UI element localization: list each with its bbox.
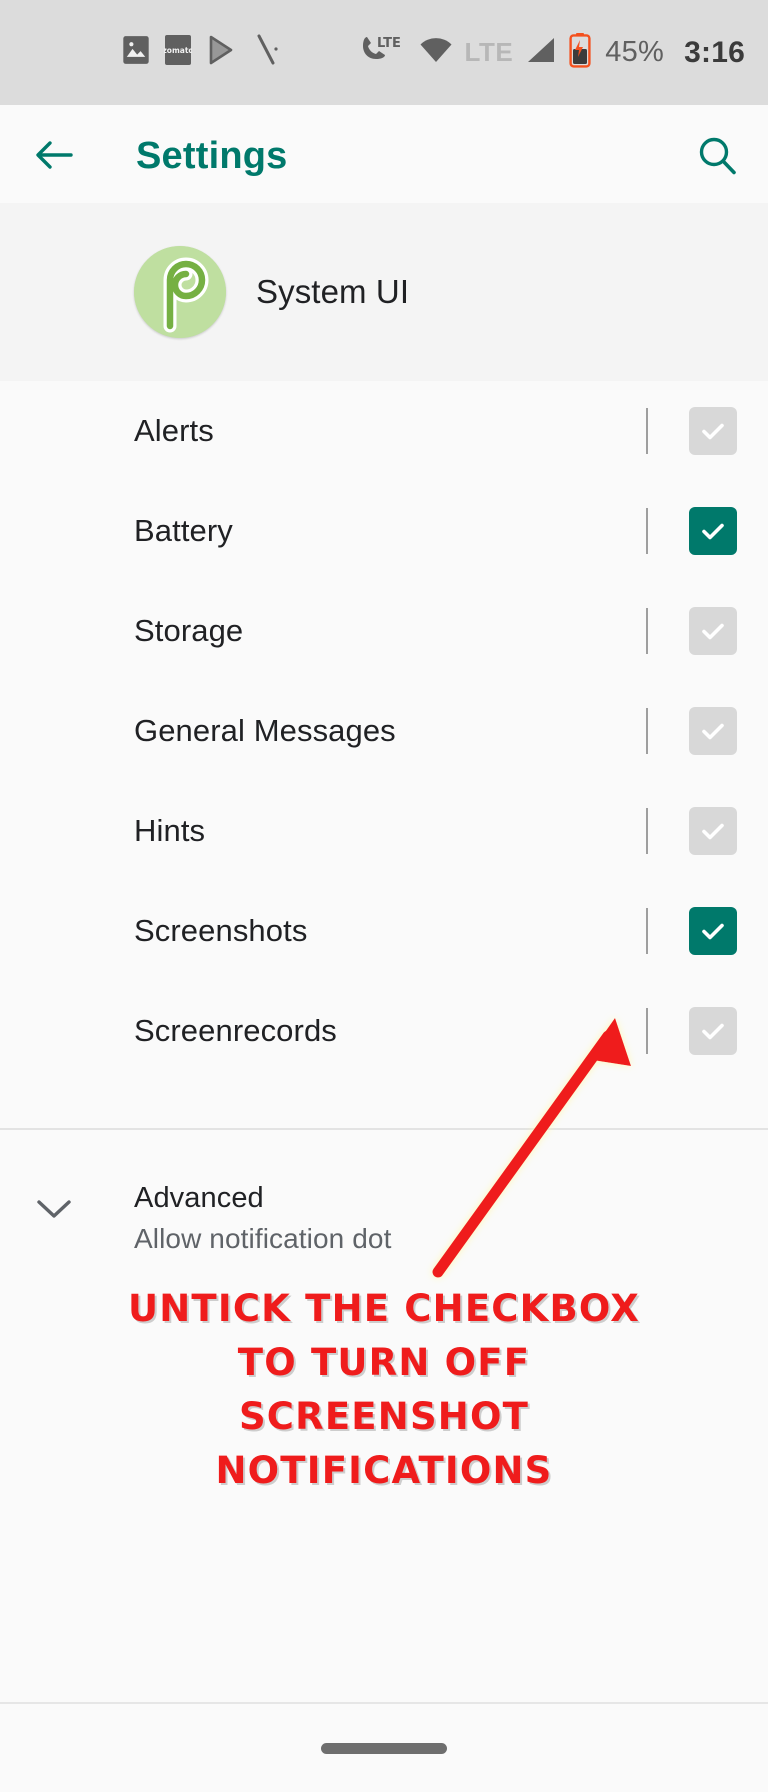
- channel-checkbox-screenrecords[interactable]: [689, 1007, 737, 1055]
- advanced-subtitle: Allow notification dot: [134, 1223, 392, 1254]
- channel-row-hints[interactable]: Hints: [0, 781, 768, 881]
- svg-text:LTE: LTE: [377, 36, 401, 51]
- channel-checkbox-general-messages[interactable]: [689, 707, 737, 755]
- channel-row-battery[interactable]: Battery: [0, 481, 768, 581]
- phone-lte-icon: LTE: [359, 33, 407, 72]
- advanced-title: Advanced: [134, 1182, 264, 1214]
- lte-label: LTE: [464, 37, 514, 67]
- annotation-text: UNTICK THE CHECKBOX TO TURN OFF SCREENSH…: [0, 1282, 768, 1498]
- home-gesture-pill[interactable]: [321, 1742, 447, 1754]
- app-name-label: System UI: [256, 273, 410, 310]
- annotation-line-3: SCREENSHOT: [238, 1395, 530, 1438]
- zomato-icon: zomato: [162, 34, 194, 71]
- navigation-bar: [0, 1702, 768, 1792]
- channel-label: Hints: [134, 813, 206, 848]
- wifi-icon: [418, 35, 454, 70]
- clock-label: 3:16: [684, 35, 745, 69]
- status-bar-system-icons: LTE LTE 45% 3:16: [359, 32, 746, 73]
- row-divider: [646, 408, 648, 454]
- photos-icon: [122, 35, 150, 70]
- channel-label: Storage: [134, 613, 244, 648]
- signal-bars-icon: [524, 35, 557, 70]
- channel-checkbox-hints[interactable]: [689, 807, 737, 855]
- row-divider: [646, 608, 648, 654]
- svg-text:zomato: zomato: [164, 46, 192, 55]
- channel-label: General Messages: [134, 713, 396, 748]
- channel-row-storage[interactable]: Storage: [0, 581, 768, 681]
- channel-label: Screenshots: [134, 913, 308, 948]
- annotation-line-4: NOTIFICATIONS: [215, 1449, 553, 1492]
- battery-charging-icon: [568, 32, 592, 73]
- row-divider: [646, 508, 648, 554]
- back-arrow-icon[interactable]: [31, 133, 79, 177]
- row-divider: [646, 1008, 648, 1054]
- chevron-down-icon[interactable]: [33, 1188, 75, 1230]
- app-bar: Settings: [0, 105, 768, 203]
- channel-row-screenshots[interactable]: Screenshots: [0, 881, 768, 981]
- channel-row-general-messages[interactable]: General Messages: [0, 681, 768, 781]
- status-bar-notification-icons: zomato: [122, 33, 282, 72]
- notification-channel-list: Alerts Battery Storage General Messages …: [0, 381, 768, 1081]
- channel-checkbox-screenshots[interactable]: [689, 907, 737, 955]
- search-icon[interactable]: [692, 131, 742, 181]
- channel-label: Screenrecords: [134, 1013, 337, 1048]
- battery-percent-label: 45%: [605, 36, 665, 68]
- channel-label: Alerts: [134, 413, 214, 448]
- status-bar: zomato LTE LTE 45% 3:16: [0, 0, 768, 105]
- advanced-section[interactable]: Advanced Allow notification dot: [0, 1130, 768, 1280]
- channel-checkbox-battery[interactable]: [689, 507, 737, 555]
- row-divider: [646, 908, 648, 954]
- channel-row-screenrecords[interactable]: Screenrecords: [0, 981, 768, 1081]
- play-store-icon: [206, 34, 238, 71]
- pen-icon: [252, 33, 282, 72]
- channel-label: Battery: [134, 513, 233, 548]
- annotation-line-1: UNTICK THE CHECKBOX: [128, 1287, 640, 1330]
- channel-checkbox-alerts[interactable]: [689, 407, 737, 455]
- channel-row-alerts[interactable]: Alerts: [0, 381, 768, 481]
- row-divider: [646, 808, 648, 854]
- phone-screen: zomato LTE LTE 45% 3:16 Settings System …: [0, 0, 768, 1792]
- app-header: System UI: [0, 203, 768, 381]
- row-divider: [646, 708, 648, 754]
- channel-checkbox-storage[interactable]: [689, 607, 737, 655]
- page-title: Settings: [136, 135, 288, 177]
- android-pie-icon: [134, 246, 226, 338]
- annotation-line-2: TO TURN OFF: [237, 1341, 531, 1384]
